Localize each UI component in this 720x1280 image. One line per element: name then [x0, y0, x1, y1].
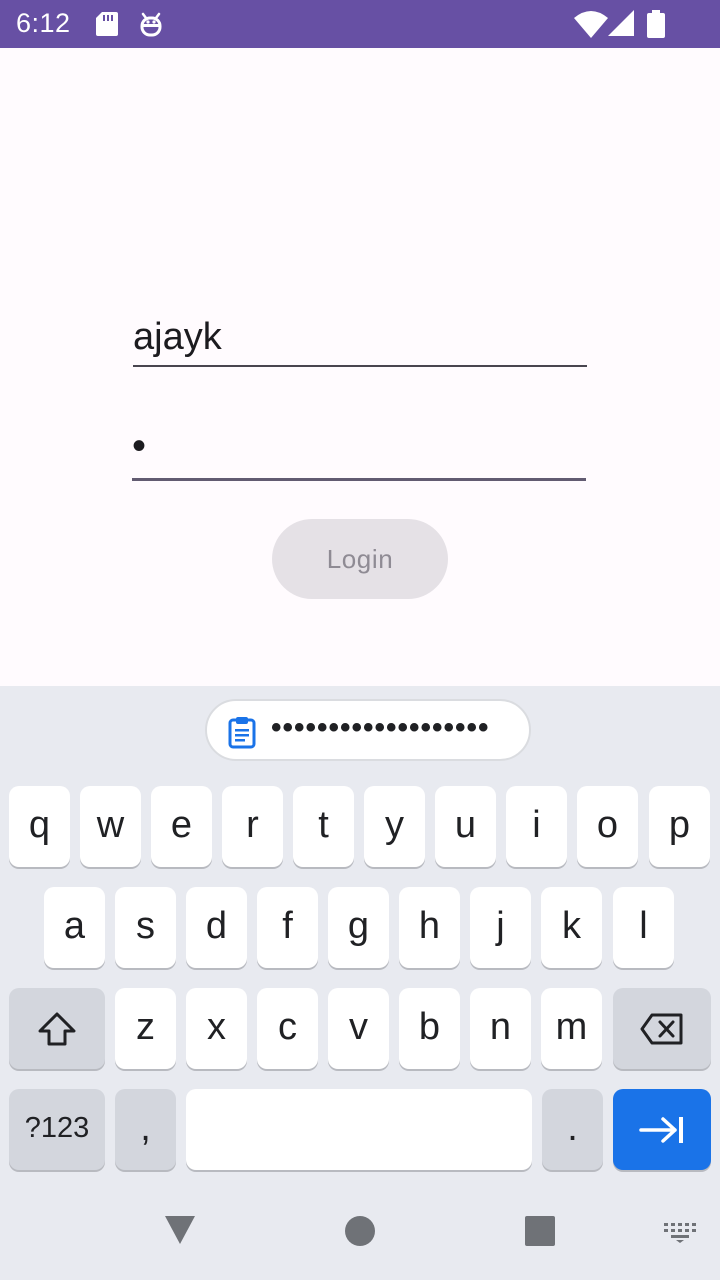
sd-card-icon — [96, 12, 118, 36]
period-key[interactable]: . — [542, 1089, 603, 1170]
back-icon[interactable] — [163, 1214, 197, 1246]
key-i[interactable]: i — [506, 786, 567, 867]
key-b[interactable]: b — [399, 988, 460, 1069]
clipboard-suggestion-chip[interactable]: ••••••••••••••••••• — [205, 699, 531, 761]
key-j[interactable]: j — [470, 887, 531, 968]
key-n[interactable]: n — [470, 988, 531, 1069]
key-u[interactable]: u — [435, 786, 496, 867]
shift-key[interactable] — [9, 988, 105, 1069]
clipboard-icon — [228, 717, 256, 749]
soft-keyboard: ••••••••••••••••••• q w e r t y u i o p … — [0, 686, 720, 1280]
key-t[interactable]: t — [293, 786, 354, 867]
key-f[interactable]: f — [257, 887, 318, 968]
key-y[interactable]: y — [364, 786, 425, 867]
comma-key[interactable]: , — [115, 1089, 176, 1170]
clipboard-suggestion-text: ••••••••••••••••••• — [271, 711, 490, 744]
password-value: • — [132, 424, 147, 468]
key-d[interactable]: d — [186, 887, 247, 968]
symbols-key[interactable]: ?123 — [9, 1089, 105, 1170]
home-icon[interactable] — [345, 1216, 375, 1246]
key-r[interactable]: r — [222, 786, 283, 867]
backspace-icon — [640, 1013, 683, 1044]
username-value: ajayk — [133, 316, 222, 358]
key-v[interactable]: v — [328, 988, 389, 1069]
wifi-icon — [574, 11, 608, 38]
key-s[interactable]: s — [115, 887, 176, 968]
key-a[interactable]: a — [44, 887, 105, 968]
status-time: 6:12 — [16, 8, 71, 38]
status-bar: 6:12 — [0, 0, 720, 48]
key-l[interactable]: l — [613, 887, 674, 968]
recents-icon[interactable] — [525, 1216, 555, 1246]
key-p[interactable]: p — [649, 786, 710, 867]
key-w[interactable]: w — [80, 786, 141, 867]
username-underline — [133, 365, 587, 367]
key-e[interactable]: e — [151, 786, 212, 867]
keyboard-switch-icon[interactable] — [664, 1223, 696, 1243]
shift-icon — [38, 1012, 76, 1045]
username-field[interactable]: ajayk — [133, 300, 587, 367]
key-h[interactable]: h — [399, 887, 460, 968]
password-underline — [132, 478, 586, 481]
key-c[interactable]: c — [257, 988, 318, 1069]
backspace-key[interactable] — [613, 988, 711, 1069]
key-o[interactable]: o — [577, 786, 638, 867]
login-button[interactable]: Login — [272, 519, 448, 599]
debug-icon — [140, 12, 162, 37]
key-k[interactable]: k — [541, 887, 602, 968]
tab-next-icon — [639, 1116, 683, 1143]
key-g[interactable]: g — [328, 887, 389, 968]
key-q[interactable]: q — [9, 786, 70, 867]
next-key[interactable] — [613, 1089, 711, 1170]
signal-icon — [608, 10, 634, 36]
battery-icon — [647, 10, 665, 38]
space-key[interactable] — [186, 1089, 532, 1170]
key-m[interactable]: m — [541, 988, 602, 1069]
key-z[interactable]: z — [115, 988, 176, 1069]
password-field[interactable]: • — [132, 410, 586, 481]
key-x[interactable]: x — [186, 988, 247, 1069]
